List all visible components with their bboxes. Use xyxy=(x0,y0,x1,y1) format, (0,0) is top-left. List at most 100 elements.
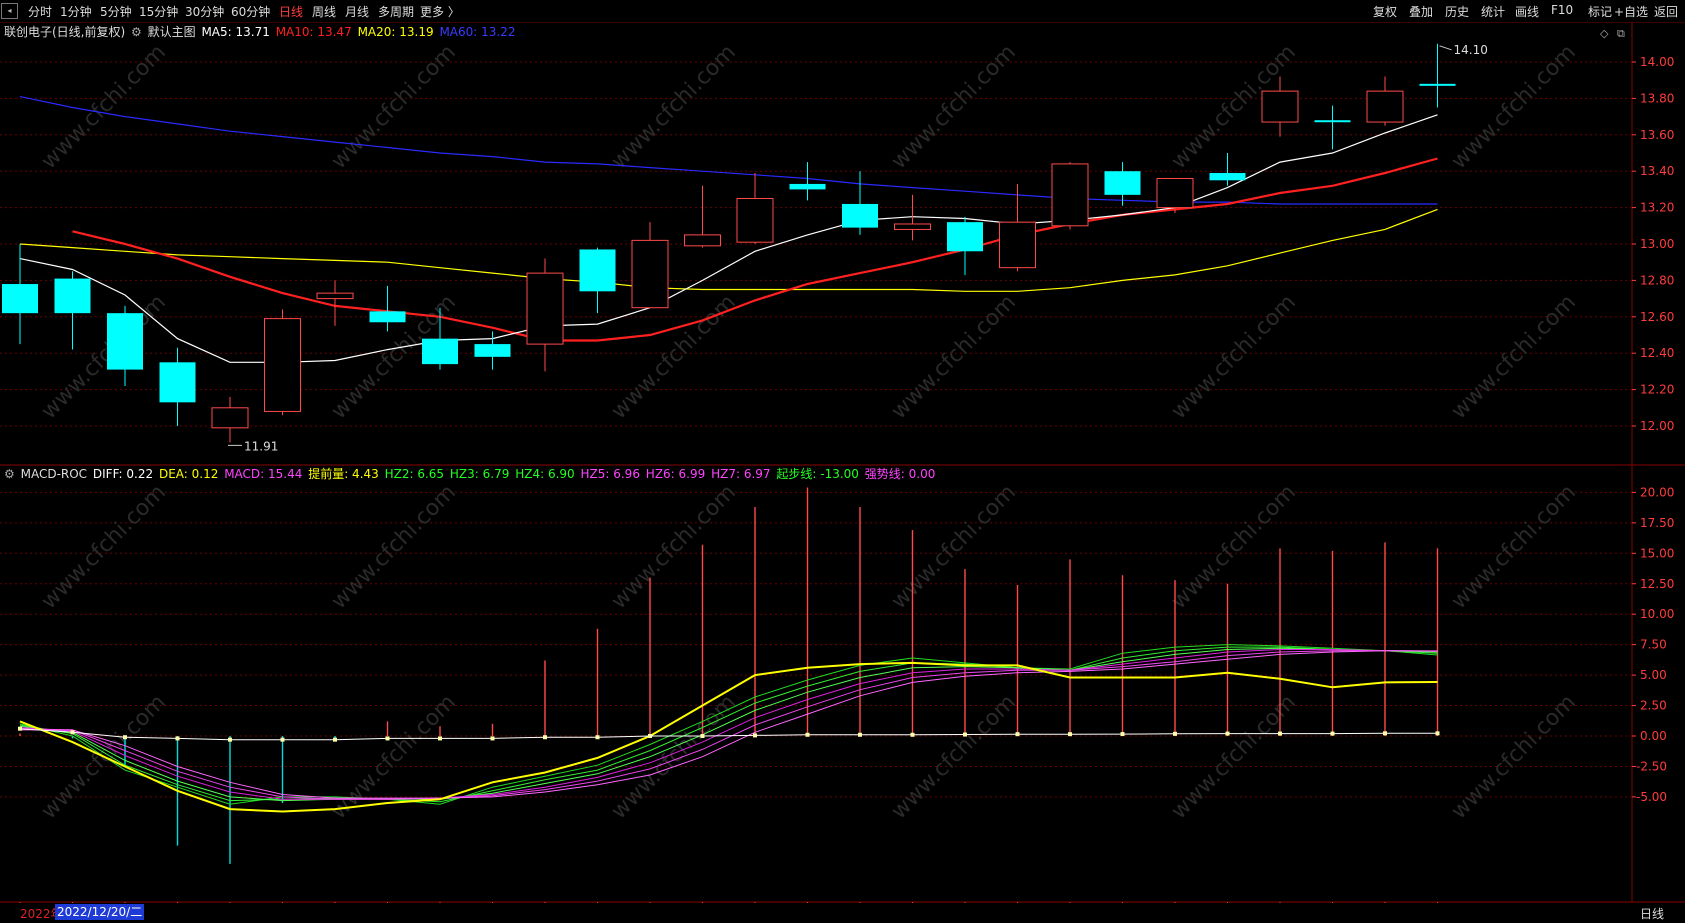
watermark-text: www.cfchi.com xyxy=(37,290,171,424)
toolbar-right-5[interactable]: F10 xyxy=(1551,3,1573,17)
period-toolbar: ◂ 分时 1分钟 5分钟 15分钟 30分钟 60分钟 日线 周线 月线 多周期 更多 〉 复权 叠加… xyxy=(0,0,1685,23)
macd-tick-label: -5.00 xyxy=(1636,790,1667,804)
diff-dot xyxy=(1383,731,1387,736)
dea-value: DEA: 0.12 xyxy=(158,467,219,481)
toolbar-right-6[interactable]: 标记 xyxy=(1588,3,1612,20)
ma5-line xyxy=(19,114,1438,363)
candle-body-down xyxy=(369,311,406,323)
diff-dot xyxy=(1330,731,1335,736)
collapse-icon[interactable]: ◂ xyxy=(1,3,18,19)
high-label: 14.10 xyxy=(1454,43,1488,57)
macd-tick-label: -2.50 xyxy=(1636,759,1667,773)
candle-body-up xyxy=(684,234,721,247)
price-tick-label: 12.80 xyxy=(1640,273,1674,287)
diff-dot xyxy=(700,734,705,738)
tqm-value: 提前量: 4.43 xyxy=(308,467,379,481)
ma60-value: MA60: 13.22 xyxy=(439,25,516,39)
diff-dot xyxy=(753,733,757,738)
diff-dot xyxy=(1120,732,1125,737)
hz7-value: HZ7: 6.97 xyxy=(711,467,771,481)
watermark-text: www.cfchi.com xyxy=(37,480,171,614)
toolbar-right-3[interactable]: 统计 xyxy=(1481,3,1505,20)
watermark-text: www.cfchi.com xyxy=(607,290,741,424)
toolbar-right-2[interactable]: 历史 xyxy=(1445,3,1469,20)
price-tick-label: 12.20 xyxy=(1640,383,1674,397)
cursor-date: 2022/12/20/二 xyxy=(55,904,145,920)
tab-10[interactable]: 更多 〉 xyxy=(420,3,460,20)
diff-dot xyxy=(1015,732,1020,737)
macd-value: MACD: 15.44 xyxy=(224,467,303,481)
candle-body-down xyxy=(1104,171,1141,195)
candle-body-down xyxy=(474,344,511,357)
tab-0[interactable]: 分时 xyxy=(28,3,52,20)
time-axis xyxy=(0,903,1685,923)
diff-dot xyxy=(280,737,285,742)
hz5-value: HZ5: 6.96 xyxy=(580,467,640,481)
diff-value: DIFF: 0.22 xyxy=(92,467,154,481)
settings-icon[interactable]: ⚙ xyxy=(131,25,142,39)
diff-dot xyxy=(175,736,180,741)
watermark-text: www.cfchi.com xyxy=(607,690,741,824)
macd-tick-label: 20.00 xyxy=(1640,485,1674,499)
diff-dot xyxy=(1173,731,1177,736)
toolbar-right-7[interactable]: +自选 xyxy=(1614,3,1648,20)
macd-tick-label: 12.50 xyxy=(1640,577,1674,591)
qsx-value: 强势线: 0.00 xyxy=(864,467,936,481)
hz2-value: HZ2: 6.65 xyxy=(384,467,445,481)
hz-line-6 xyxy=(19,650,1438,800)
tab-4[interactable]: 30分钟 xyxy=(185,3,224,20)
macd-tick-label: 0.00 xyxy=(1640,729,1667,743)
window-icon: ⧉ xyxy=(1617,27,1625,40)
toolbar-right-0[interactable]: 复权 xyxy=(1373,3,1397,20)
tab-3[interactable]: 15分钟 xyxy=(139,3,178,20)
candle-body-down xyxy=(1419,83,1456,86)
period-tag[interactable]: 日线 xyxy=(1640,905,1664,922)
tab-7[interactable]: 周线 xyxy=(312,3,336,20)
candle-body-up xyxy=(526,272,564,345)
candle-body-up xyxy=(631,239,669,309)
diff-dot xyxy=(490,736,495,741)
diff-dot xyxy=(963,732,967,737)
toolbar-right-8[interactable]: 返回 xyxy=(1654,3,1678,20)
tab-2[interactable]: 5分钟 xyxy=(100,3,132,20)
ma5-value: MA5: 13.71 xyxy=(201,25,270,39)
toolbar-right-1[interactable]: 叠加 xyxy=(1409,3,1433,20)
tab-1[interactable]: 1分钟 xyxy=(60,3,92,20)
hz-line-4 xyxy=(19,647,1438,802)
stock-chart[interactable]: www.cfchi.com www.cfchi.com www.cfchi.com w… xyxy=(0,0,1685,923)
hz3-value: HZ3: 6.79 xyxy=(449,467,510,481)
price-tick-label: 13.40 xyxy=(1640,164,1674,178)
diff-dot xyxy=(1435,731,1440,736)
candle-body-down xyxy=(2,284,38,314)
settings-icon[interactable]: ⚙ xyxy=(4,467,15,481)
macd-tick-label: 15.00 xyxy=(1640,546,1674,560)
toolbar-right-4[interactable]: 画线 xyxy=(1515,3,1539,20)
diff-dot xyxy=(70,730,75,735)
diff-dot xyxy=(543,735,547,740)
watermark-text: www.cfchi.com xyxy=(607,480,741,614)
price-tick-label: 12.00 xyxy=(1640,419,1674,433)
diff-dot xyxy=(595,735,600,740)
tab-9[interactable]: 多周期 xyxy=(378,3,414,20)
main-indicator-name[interactable]: 默认主图 xyxy=(148,25,196,39)
watermark-text: www.cfchi.com xyxy=(607,40,741,174)
watermark-text: www.cfchi.com xyxy=(37,690,171,824)
macd-tick-label: 10.00 xyxy=(1640,607,1674,621)
sub-indicator-name[interactable]: MACD-ROC xyxy=(21,467,87,481)
tab-5[interactable]: 60分钟 xyxy=(231,3,270,20)
hz-line-3 xyxy=(19,646,1438,803)
tab-8[interactable]: 月线 xyxy=(345,3,369,20)
candle-body-up xyxy=(316,292,354,300)
candle-body-down xyxy=(159,362,196,403)
diff-dot xyxy=(858,732,862,737)
candle-body-up xyxy=(1051,163,1089,227)
candle-body-down xyxy=(422,338,458,365)
ma20-line xyxy=(19,208,1438,292)
candle-body-down xyxy=(54,278,91,314)
sub-chart-legend: ⚙ MACD-ROC DIFF: 0.22 DEA: 0.12 MACD: 15… xyxy=(4,465,937,482)
price-tick-label: 12.60 xyxy=(1640,310,1674,324)
diff-dot xyxy=(1068,732,1072,737)
candle-body-down xyxy=(1314,120,1351,123)
tab-6[interactable]: 日线 xyxy=(279,3,303,20)
price-tick-label: 13.60 xyxy=(1640,128,1674,142)
